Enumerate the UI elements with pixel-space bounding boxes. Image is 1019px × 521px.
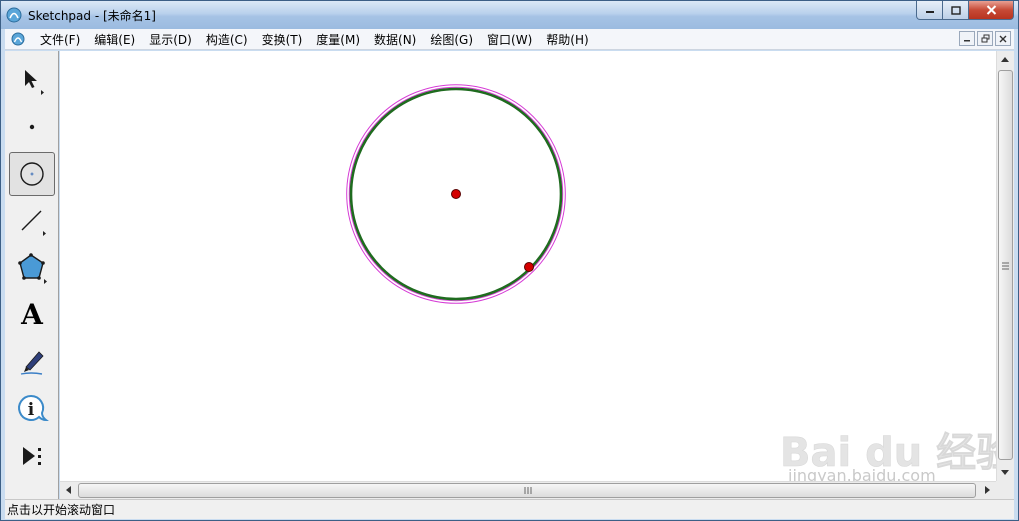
doc-close-button[interactable] [995, 31, 1011, 46]
minimize-icon [925, 11, 934, 13]
text-icon: A [21, 298, 43, 331]
center-point[interactable] [451, 189, 461, 199]
sketch-canvas[interactable]: Bai du 经验 jingyan.baidu.com [60, 51, 1016, 485]
polygon-tool[interactable] [9, 246, 55, 290]
scroll-left-icon[interactable] [66, 486, 71, 494]
grip-icon [1002, 262, 1009, 270]
menu-construct[interactable]: 构造(C) [199, 31, 255, 48]
vertical-scroll-thumb[interactable] [998, 70, 1013, 460]
maximize-icon [950, 5, 961, 15]
information-tool[interactable]: i [9, 387, 55, 431]
menu-data[interactable]: 数据(N) [367, 31, 423, 48]
menu-bar: 文件(F) 编辑(E) 显示(D) 构造(C) 变换(T) 度量(M) 数据(N… [5, 29, 1014, 50]
custom-tool-icon [23, 447, 41, 465]
selection-arrow-tool[interactable] [9, 58, 55, 102]
horizontal-scrollbar[interactable] [60, 481, 996, 499]
circle-icon [20, 162, 44, 186]
sketchpad-app-icon [6, 7, 22, 23]
polygon-icon [18, 253, 47, 284]
menu-display[interactable]: 显示(D) [142, 31, 199, 48]
scroll-right-icon[interactable] [985, 486, 990, 494]
menu-file[interactable]: 文件(F) [33, 31, 87, 48]
close-icon [986, 5, 996, 15]
menu-transform[interactable]: 变换(T) [255, 31, 310, 48]
doc-minimize-button[interactable] [959, 31, 975, 46]
maximize-button[interactable] [943, 1, 969, 20]
sketch-drawing: Bai du 经验 jingyan.baidu.com [346, 84, 1016, 485]
close-icon [999, 35, 1007, 42]
vertical-scrollbar[interactable] [996, 51, 1014, 481]
scroll-up-icon[interactable] [1001, 57, 1009, 62]
radius-point[interactable] [524, 262, 534, 272]
close-button[interactable] [969, 1, 1014, 20]
point-tool[interactable] [9, 105, 55, 149]
window-controls [916, 1, 1014, 21]
document-window-controls [959, 31, 1011, 46]
info-icon-glyph: i [28, 400, 35, 420]
status-bar: 点击以开始滚动窗口 [5, 499, 1014, 519]
text-tool[interactable]: A [9, 293, 55, 337]
watermark-url: jingyan.baidu.com [787, 466, 936, 481]
marker-icon [20, 351, 44, 375]
line-icon [21, 210, 46, 236]
menu-edit[interactable]: 编辑(E) [87, 31, 142, 48]
toolbox: A i [5, 51, 59, 499]
window-title: Sketchpad - [未命名1] [28, 9, 156, 23]
menu-window[interactable]: 窗口(W) [480, 31, 539, 48]
horizontal-scroll-thumb[interactable] [78, 483, 976, 498]
minimize-button[interactable] [916, 1, 943, 20]
scroll-down-icon[interactable] [1001, 470, 1009, 475]
grip-icon [524, 487, 532, 494]
point-icon [29, 124, 35, 130]
menu-help[interactable]: 帮助(H) [539, 31, 595, 48]
status-text: 点击以开始滚动窗口 [7, 503, 116, 517]
title-bar[interactable]: Sketchpad - [未命名1] [1, 1, 1018, 29]
document-icon[interactable] [11, 32, 25, 46]
minimize-icon [964, 39, 970, 41]
custom-tool[interactable] [9, 434, 55, 478]
straightedge-tool[interactable] [9, 199, 55, 243]
arrow-icon [25, 70, 44, 95]
doc-restore-button[interactable] [977, 31, 993, 46]
scrollbar-corner [996, 481, 1014, 499]
sketchpad-window: Sketchpad - [未命名1] 文件(F) 编辑(E) 显示(D) 构造(… [0, 0, 1019, 521]
marker-tool[interactable] [9, 340, 55, 384]
info-icon: i [18, 394, 49, 422]
restore-icon [981, 34, 989, 43]
menu-graph[interactable]: 绘图(G) [423, 31, 480, 48]
compass-tool[interactable] [9, 152, 55, 196]
menu-measure[interactable]: 度量(M) [309, 31, 367, 48]
